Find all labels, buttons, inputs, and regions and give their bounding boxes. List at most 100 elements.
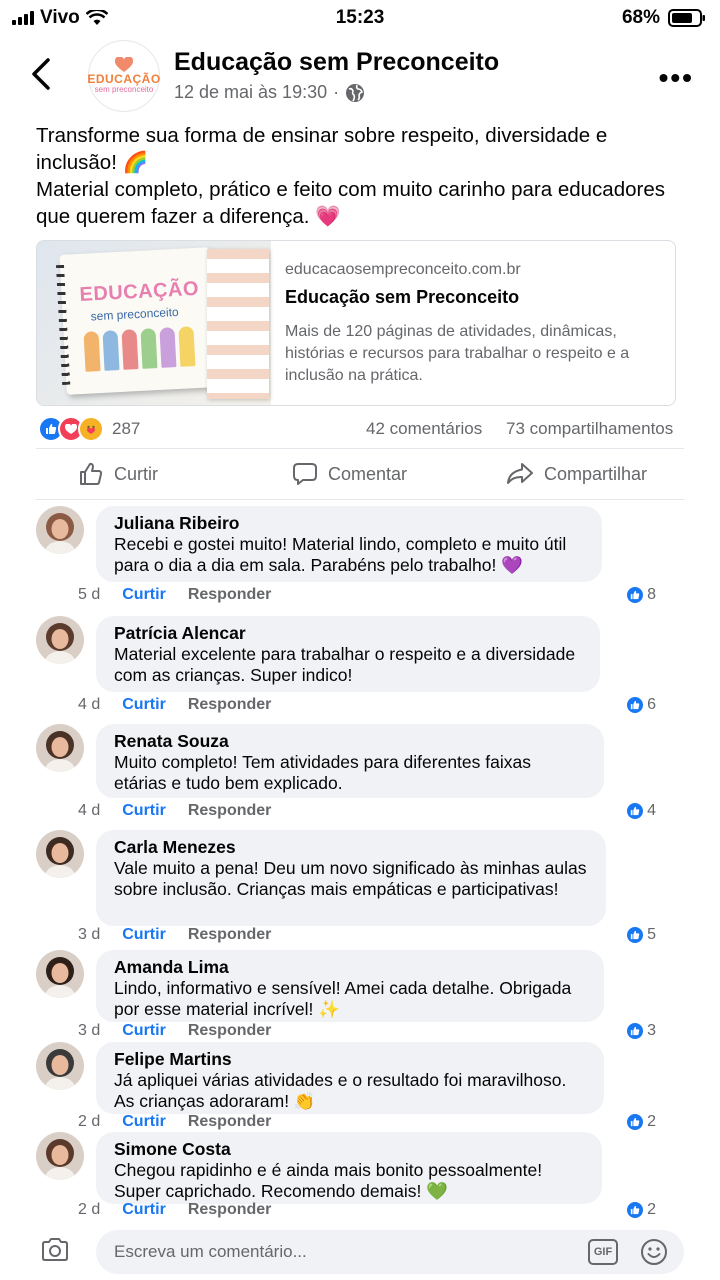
gif-button[interactable]: GIF bbox=[588, 1239, 618, 1265]
commenter-name[interactable]: Carla Menezes bbox=[114, 836, 588, 858]
comment-like-count: 2 bbox=[647, 1113, 656, 1130]
meta-separator: · bbox=[333, 82, 340, 102]
share-icon bbox=[507, 463, 533, 484]
comment-meta: 4 d Curtir Responder bbox=[78, 802, 271, 820]
more-options-button[interactable]: ••• bbox=[659, 62, 694, 94]
page-name[interactable]: Educação sem Preconceito bbox=[174, 48, 499, 77]
shares-count[interactable]: 73 compartilhamentos bbox=[506, 419, 673, 439]
camera-button[interactable] bbox=[40, 1236, 70, 1269]
back-arrow-icon bbox=[32, 58, 50, 90]
comment-like-button[interactable]: Curtir bbox=[122, 586, 166, 604]
commenter-avatar[interactable] bbox=[36, 506, 84, 554]
comment-likes[interactable]: 2 bbox=[627, 1113, 656, 1131]
emoji-button[interactable] bbox=[640, 1238, 668, 1271]
book-cover: EDUCAÇÃO sem preconceito bbox=[55, 247, 217, 395]
comment-age: 4 d bbox=[78, 696, 101, 713]
comment-meta: 3 d Curtir Responder bbox=[78, 1022, 271, 1040]
share-button[interactable]: Compartilhar bbox=[506, 461, 647, 487]
comment-reply-button[interactable]: Responder bbox=[188, 802, 272, 820]
clock: 15:23 bbox=[335, 7, 385, 28]
comment-like-button[interactable]: Curtir bbox=[122, 1022, 166, 1040]
comment-text: Já apliquei várias atividades e o result… bbox=[114, 1070, 567, 1111]
comment-like-button[interactable]: Curtir bbox=[122, 696, 166, 714]
comment-text: Material excelente para trabalhar o resp… bbox=[114, 644, 576, 685]
link-preview-image: EDUCAÇÃO sem preconceito bbox=[37, 241, 271, 405]
comment-like-button[interactable]: Curtir bbox=[122, 802, 166, 820]
commenter-avatar[interactable] bbox=[36, 616, 84, 664]
comment-text: Muito completo! Tem atividades para dife… bbox=[114, 752, 531, 793]
like-button[interactable]: Curtir bbox=[78, 461, 158, 487]
comment-likes[interactable]: 6 bbox=[627, 696, 656, 714]
comment-age: 4 d bbox=[78, 802, 101, 819]
comment-bubble[interactable]: Renata Souza Muito completo! Tem atividad… bbox=[96, 724, 604, 798]
reaction-count[interactable]: 287 bbox=[112, 419, 140, 439]
comment-like-count: 5 bbox=[647, 926, 656, 943]
post-text: Transforme sua forma de ensinar sobre re… bbox=[36, 122, 686, 230]
comment-like-button[interactable]: Curtir bbox=[122, 926, 166, 944]
commenter-name[interactable]: Renata Souza bbox=[114, 730, 586, 752]
link-preview-card[interactable]: EDUCAÇÃO sem preconceito educacaosemprec… bbox=[36, 240, 676, 406]
thumbs-up-icon bbox=[627, 1202, 644, 1218]
camera-icon bbox=[42, 1238, 68, 1261]
comment-like-count: 4 bbox=[647, 802, 656, 819]
comment-input[interactable]: Escreva um comentário... GIF bbox=[96, 1230, 684, 1274]
comment-composer: Escreva um comentário... GIF bbox=[0, 1226, 720, 1280]
comment-reply-button[interactable]: Responder bbox=[188, 926, 272, 944]
commenter-avatar[interactable] bbox=[36, 1132, 84, 1180]
comments-count[interactable]: 42 comentários bbox=[366, 419, 482, 439]
commenter-avatar[interactable] bbox=[36, 1042, 84, 1090]
comment-meta: 4 d Curtir Responder bbox=[78, 696, 271, 714]
thumbs-up-icon bbox=[627, 587, 644, 603]
comment-likes[interactable]: 8 bbox=[627, 586, 656, 604]
comment-button[interactable]: Comentar bbox=[292, 461, 407, 487]
comment-like-count: 3 bbox=[647, 1022, 656, 1039]
comment-bubble[interactable]: Amanda Lima Lindo, informativo e sensível… bbox=[96, 950, 604, 1022]
comment-age: 3 d bbox=[78, 1022, 101, 1039]
comment-reply-button[interactable]: Responder bbox=[188, 1201, 272, 1219]
comment-like-button[interactable]: Curtir bbox=[122, 1201, 166, 1219]
commenter-name[interactable]: Amanda Lima bbox=[114, 956, 586, 978]
link-description: Mais de 120 páginas de atividades, dinâm… bbox=[285, 323, 630, 384]
comment-bubble[interactable]: Juliana Ribeiro Recebi e gostei muito! Ma… bbox=[96, 506, 602, 582]
post-timestamp[interactable]: 12 de mai às 19:30 bbox=[174, 82, 327, 103]
commenter-avatar[interactable] bbox=[36, 950, 84, 998]
comment-likes[interactable]: 5 bbox=[627, 926, 656, 944]
thumbs-up-icon bbox=[627, 1114, 644, 1130]
comment-age: 2 d bbox=[78, 1201, 101, 1218]
children-illustration bbox=[83, 326, 196, 372]
comment-reply-button[interactable]: Responder bbox=[188, 586, 272, 604]
comment-likes[interactable]: 4 bbox=[627, 802, 656, 820]
commenter-name[interactable]: Felipe Martins bbox=[114, 1048, 586, 1070]
commenter-name[interactable]: Simone Costa bbox=[114, 1138, 584, 1160]
comment-like-button[interactable]: Curtir bbox=[122, 1113, 166, 1131]
care-reaction-icon bbox=[78, 416, 104, 442]
book-title: EDUCAÇÃO bbox=[78, 277, 200, 307]
link-title: Educação sem Preconceito bbox=[285, 287, 520, 307]
like-icon bbox=[80, 462, 103, 485]
commenter-avatar[interactable] bbox=[36, 724, 84, 772]
comment-reply-button[interactable]: Responder bbox=[188, 1113, 272, 1131]
commenter-name[interactable]: Juliana Ribeiro bbox=[114, 512, 584, 534]
comment-bubble[interactable]: Felipe Martins Já apliquei várias ativida… bbox=[96, 1042, 604, 1114]
reaction-icons[interactable] bbox=[38, 416, 104, 442]
status-bar: Vivo 15:23 68% bbox=[0, 0, 720, 36]
commenter-name[interactable]: Patrícia Alencar bbox=[114, 622, 582, 644]
back-button[interactable] bbox=[24, 54, 64, 94]
comment-reply-button[interactable]: Responder bbox=[188, 1022, 272, 1040]
like-label: Curtir bbox=[114, 463, 158, 484]
comment-likes[interactable]: 3 bbox=[627, 1022, 656, 1040]
comment-reply-button[interactable]: Responder bbox=[188, 696, 272, 714]
comment-bubble[interactable]: Patrícia Alencar Material excelente para … bbox=[96, 616, 600, 692]
comment-meta: 5 d Curtir Responder bbox=[78, 586, 271, 604]
comment-like-count: 8 bbox=[647, 586, 656, 603]
heart-logo-icon bbox=[115, 57, 133, 72]
comment-likes[interactable]: 2 bbox=[627, 1201, 656, 1219]
post-meta: 12 de mai às 19:30 · bbox=[174, 82, 365, 103]
comment-icon bbox=[293, 463, 317, 485]
comment-bubble[interactable]: Simone Costa Chegou rapidinho e é ainda m… bbox=[96, 1132, 602, 1204]
comment-text: Chegou rapidinho e é ainda mais bonito p… bbox=[114, 1160, 543, 1201]
emoji-icon bbox=[641, 1239, 667, 1265]
page-avatar[interactable]: EDUCAÇÃO sem preconceito bbox=[87, 40, 160, 112]
commenter-avatar[interactable] bbox=[36, 830, 84, 878]
comment-bubble[interactable]: Carla Menezes Vale muito a pena! Deu um n… bbox=[96, 830, 606, 926]
